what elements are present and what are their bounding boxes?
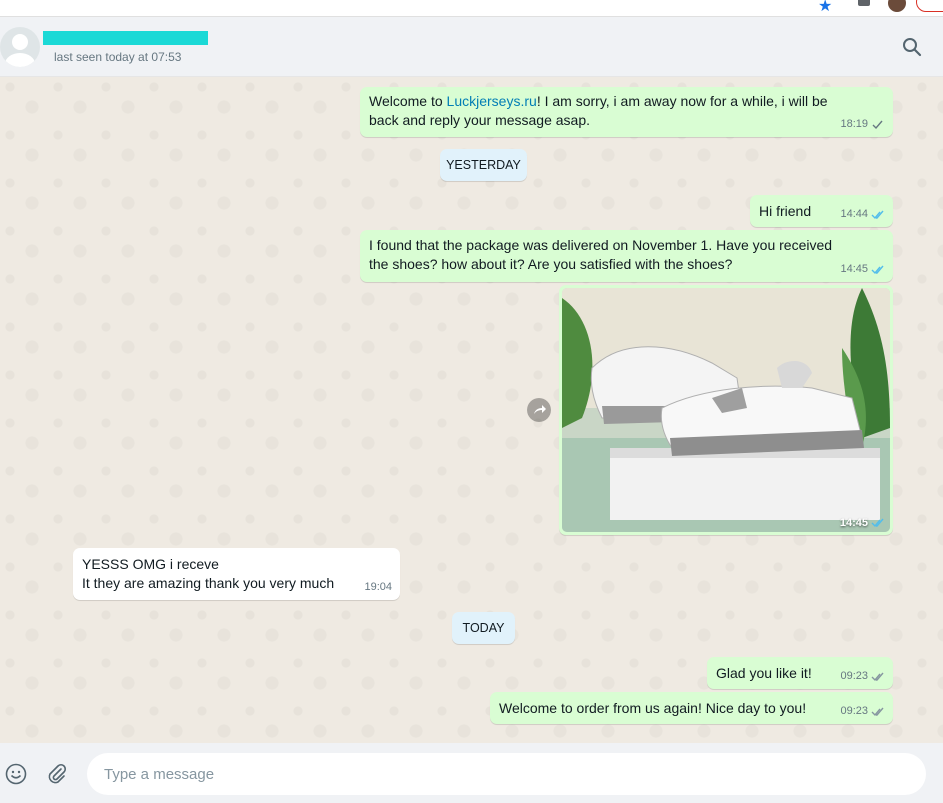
browser-session-badge[interactable]: [916, 0, 943, 12]
contact-avatar[interactable]: [0, 27, 40, 67]
browser-toolbar-strip: ★: [0, 0, 943, 17]
message-time: 14:44: [840, 208, 868, 220]
search-icon[interactable]: [902, 37, 922, 57]
message-bubble-incoming[interactable]: YESSS OMG i receve It they are amazing t…: [73, 548, 400, 600]
message-bubble-outgoing[interactable]: Glad you like it! 09:23: [707, 657, 893, 689]
message-text-line-2: It they are amazing thank you very much: [82, 575, 335, 591]
message-time: 09:23: [840, 670, 868, 682]
double-check-read-icon: [871, 210, 884, 219]
message-time: 19:04: [364, 581, 392, 593]
message-bubble-outgoing[interactable]: I found that the package was delivered o…: [360, 230, 893, 282]
extensions-icon[interactable]: [858, 0, 870, 6]
message-bubble-outgoing[interactable]: Hi friend 14:44: [750, 195, 893, 227]
double-check-read-icon: [871, 265, 884, 274]
message-text: Hi friend: [759, 203, 812, 219]
message-link[interactable]: Luckjerseys.ru: [447, 93, 537, 109]
sneakers-photo[interactable]: [562, 288, 890, 532]
avatar-body-shape: [5, 53, 35, 67]
chat-header: last seen today at 07:53: [0, 17, 943, 77]
double-check-delivered-icon: [871, 672, 884, 681]
single-check-icon: [872, 120, 883, 129]
date-divider-today: TODAY: [452, 612, 515, 644]
double-check-delivered-icon: [871, 707, 884, 716]
message-bubble-outgoing[interactable]: Welcome to order from us again! Nice day…: [490, 692, 893, 724]
attach-paperclip-icon[interactable]: [46, 763, 68, 785]
message-text: Glad you like it!: [716, 665, 812, 681]
last-seen-status: last seen today at 07:53: [54, 50, 182, 64]
bookmark-star-icon[interactable]: ★: [818, 0, 832, 16]
double-check-read-icon: [871, 518, 884, 528]
message-time: 09:23: [840, 705, 868, 717]
message-input[interactable]: [87, 753, 926, 795]
message-text-prefix: Welcome to: [369, 93, 447, 109]
avatar-head-shape: [12, 34, 28, 50]
message-composer: [0, 743, 943, 803]
message-time: 14:45: [839, 517, 868, 529]
message-text: Welcome to order from us again! Nice day…: [499, 700, 807, 716]
message-time: 14:45: [840, 263, 868, 275]
browser-profile-avatar[interactable]: [888, 0, 906, 12]
emoji-icon[interactable]: [5, 763, 27, 785]
forward-icon[interactable]: [527, 398, 551, 422]
message-bubble-outgoing[interactable]: Welcome to Luckjerseys.ru! I am sorry, i…: [360, 87, 893, 137]
date-divider-yesterday: YESTERDAY: [440, 149, 527, 181]
message-time: 18:19: [840, 118, 868, 130]
message-text-line-1: YESSS OMG i receve: [82, 556, 219, 572]
contact-name-redacted[interactable]: [43, 31, 208, 45]
message-text: I found that the package was delivered o…: [369, 237, 833, 272]
message-image-outgoing[interactable]: 14:45: [559, 285, 893, 535]
